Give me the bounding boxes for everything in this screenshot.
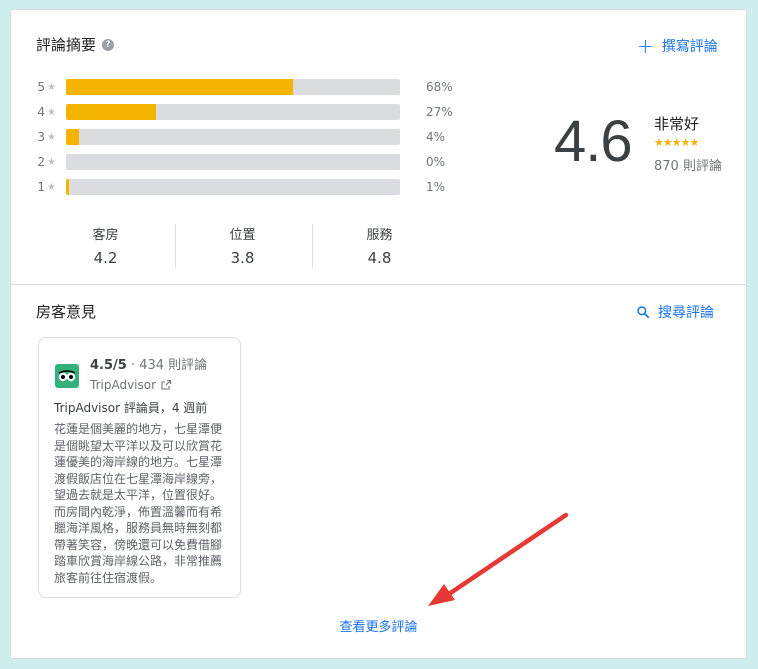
- write-review-label: 撰寫評論: [661, 39, 718, 55]
- rating-bar-stars: 5: [37, 80, 45, 94]
- review-summary-header: 評論摘要 ?: [36, 34, 115, 55]
- plus-icon: +: [637, 34, 654, 58]
- rating-bar-row: 3 ★ 4%: [36, 129, 445, 145]
- rating-bar-track: [66, 154, 400, 170]
- review-panel: 評論摘要 ? + 撰寫評論 5 ★ 68% 4 ★ 27% 3 ★ 4% 2 ★…: [10, 9, 747, 659]
- review-source-name: TripAdvisor: [90, 378, 157, 392]
- rating-bar-track: [66, 104, 400, 120]
- rating-bar-fill: [66, 104, 157, 120]
- source-rating: 4.5/5: [90, 358, 127, 373]
- category-name: 位置: [229, 228, 256, 243]
- category-value: 4.8: [367, 249, 392, 267]
- rating-bar-track: [66, 129, 400, 145]
- category-name: 客房: [92, 228, 119, 243]
- rating-bar-stars: 1: [37, 180, 45, 194]
- review-count: 870 則評論: [654, 159, 722, 174]
- review-card[interactable]: 4.5/5 · 434 則評論 TripAdvisor TripAdvisor …: [38, 337, 241, 598]
- rating-bar-track: [66, 79, 400, 95]
- rating-bar-percent: 68%: [426, 80, 453, 94]
- rating-bar-percent: 0%: [426, 155, 446, 169]
- help-icon[interactable]: ?: [102, 38, 115, 51]
- external-link-icon: [161, 379, 172, 390]
- review-author: TripAdvisor 評論員，4 週前: [54, 401, 208, 415]
- rating-bar-stars: 3: [37, 130, 45, 144]
- review-source-score: 4.5/5 · 434 則評論: [90, 354, 207, 373]
- search-icon: [637, 306, 650, 319]
- source-review-count: · 434 則評論: [126, 358, 208, 373]
- rating-bar-percent: 4%: [426, 130, 446, 144]
- guest-opinions-title: 房客意見: [36, 303, 97, 321]
- rating-bar-stars: 4: [37, 105, 45, 119]
- review-source-link[interactable]: TripAdvisor: [90, 378, 172, 392]
- rating-bar-percent: 27%: [426, 105, 453, 119]
- rating-bar-percent: 1%: [426, 180, 446, 194]
- category-value: 3.8: [230, 249, 255, 267]
- rating-bar-row: 1 ★ 1%: [36, 179, 445, 195]
- overall-score: 4.6: [554, 109, 633, 174]
- star-icon: ★: [47, 131, 56, 143]
- rating-bar-row: 5 ★ 68%: [36, 79, 453, 95]
- search-reviews-button[interactable]: 搜尋評論: [636, 302, 714, 322]
- category-name: 服務: [366, 228, 393, 243]
- category-value: 4.2: [93, 249, 118, 267]
- write-review-button[interactable]: + 撰寫評論: [637, 36, 718, 56]
- review-text: 花蓮是個美麗的地方，七星潭便是個眺望太平洋以及可以欣賞花蓮優美的海岸線的地方。七…: [54, 422, 223, 585]
- review-summary-title: 評論摘要: [36, 36, 97, 54]
- rating-bar-fill: [66, 179, 70, 195]
- star-icon: ★: [47, 106, 56, 118]
- score-label: 非常好: [654, 115, 700, 133]
- section-divider: [11, 284, 746, 285]
- rating-bar-stars: 2: [37, 155, 45, 169]
- rating-bar-track: [66, 179, 400, 195]
- rating-bar-fill: [66, 79, 294, 95]
- star-icon: ★: [47, 181, 56, 193]
- star-icon: ★: [47, 81, 56, 93]
- star-icon: ★: [47, 156, 56, 168]
- tripadvisor-logo-icon: [55, 364, 79, 388]
- category-score: 位置 3.8: [174, 222, 311, 270]
- rating-bar-row: 4 ★ 27%: [36, 104, 453, 120]
- category-score: 客房 4.2: [37, 222, 174, 270]
- star-rating-icon: ★★★★★: [654, 136, 699, 149]
- rating-bar-row: 2 ★ 0%: [36, 154, 445, 170]
- rating-bar-fill: [66, 129, 80, 145]
- more-reviews-link[interactable]: 查看更多評論: [11, 616, 746, 635]
- category-score: 服務 4.8: [311, 222, 448, 270]
- search-reviews-label: 搜尋評論: [658, 305, 714, 321]
